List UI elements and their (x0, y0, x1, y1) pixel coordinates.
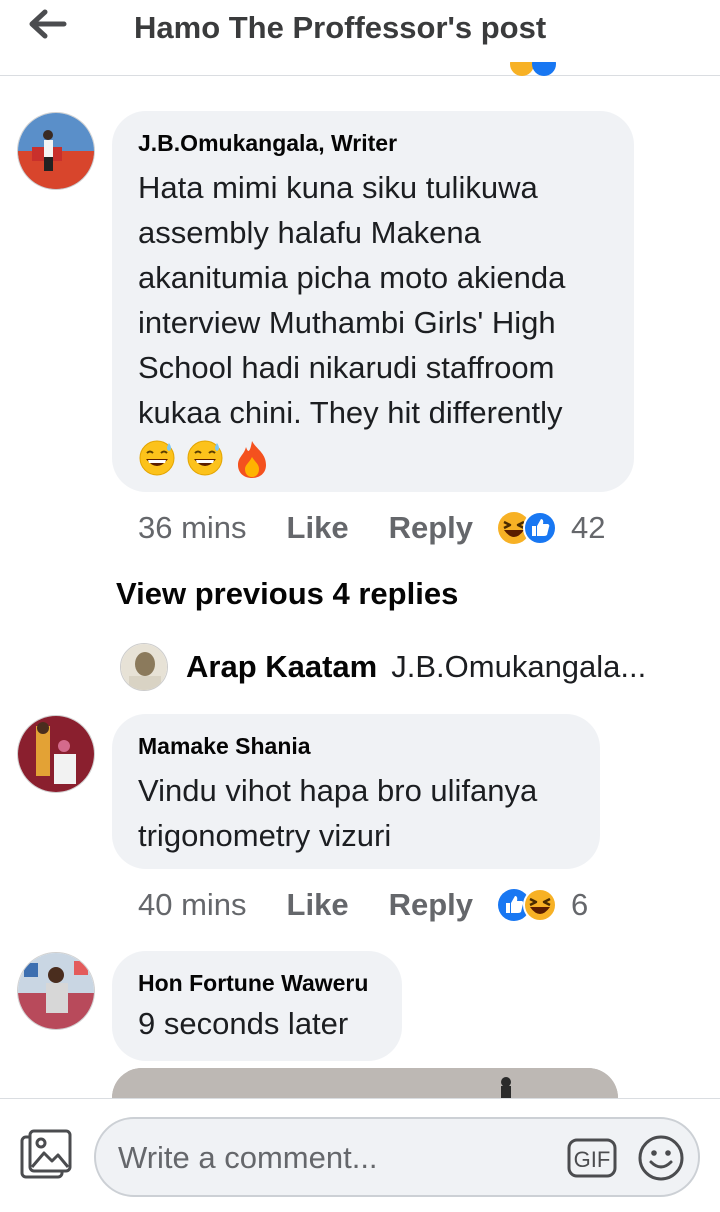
comment-bubble[interactable]: J.B.Omukangala, Writer Hata mimi kuna si… (112, 111, 634, 492)
like-reaction-icon (523, 511, 557, 545)
fire-emoji-icon (238, 441, 266, 478)
view-previous-replies-link[interactable]: View previous 4 replies (116, 576, 458, 612)
comment-line: Hata mimi kuna siku tulikuwa (138, 170, 538, 205)
photo-gallery-icon (20, 1129, 72, 1179)
reaction-summary[interactable] (497, 511, 557, 545)
comment-meta: 36 mins Like Reply 42 (138, 508, 605, 548)
grinning-sweat-emoji-icon (139, 440, 175, 476)
emoji-row (138, 439, 608, 479)
comment-composer-bar: GIF (0, 1098, 720, 1212)
avatar[interactable] (17, 952, 95, 1030)
reaction-summary[interactable] (497, 888, 557, 922)
comment-line: 9 seconds later (138, 1006, 349, 1041)
reply-button[interactable]: Reply (389, 510, 473, 546)
grinning-sweat-emoji-icon (187, 440, 223, 476)
comment-text: 9 seconds later (138, 1001, 376, 1046)
comment-timestamp[interactable]: 36 mins (138, 510, 247, 546)
gif-icon: GIF (567, 1138, 617, 1178)
gif-label: GIF (574, 1147, 611, 1172)
reply-author[interactable]: Arap Kaatam (186, 649, 377, 685)
comment-line: akanitumia picha moto akienda (138, 260, 566, 295)
comment-composer: GIF (94, 1117, 700, 1197)
reaction-count[interactable]: 6 (571, 887, 588, 923)
haha-reaction-icon (523, 888, 557, 922)
like-button[interactable]: Like (287, 510, 349, 546)
like-button[interactable]: Like (287, 887, 349, 923)
comment-author[interactable]: Mamake Shania (138, 732, 574, 760)
comment-author[interactable]: Hon Fortune Waweru (138, 969, 376, 997)
comment-input[interactable] (118, 1137, 548, 1179)
avatar[interactable] (17, 715, 95, 793)
smiley-icon (638, 1135, 684, 1181)
reply-preview[interactable]: Arap Kaatam J.B.Omukangala... (120, 642, 646, 692)
photo-button[interactable] (18, 1129, 74, 1181)
comment-line: kukaa chini. They hit differently (138, 395, 563, 430)
reply-button[interactable]: Reply (389, 887, 473, 923)
comment-line: Vindu vihot hapa bro ulifanya (138, 773, 538, 808)
reply-snippet: J.B.Omukangala... (391, 649, 647, 684)
back-button[interactable] (22, 6, 72, 42)
top-bar: Hamo The Proffessor's post (0, 0, 720, 76)
comment-line: interview Muthambi Girls' High (138, 305, 556, 340)
comment-line: trigonometry vizuri (138, 818, 392, 853)
comment-text: Vindu vihot hapa bro ulifanya trigonomet… (138, 768, 574, 858)
avatar[interactable] (17, 112, 95, 190)
comment-bubble[interactable]: Hon Fortune Waweru 9 seconds later (112, 951, 402, 1061)
reaction-icons-partial (510, 62, 570, 76)
comment-line: School hadi nikarudi staffroom (138, 350, 555, 385)
comment-text: Hata mimi kuna siku tulikuwa assembly ha… (138, 165, 608, 435)
comment-line: assembly halafu Makena (138, 215, 481, 250)
comment-bubble[interactable]: Mamake Shania Vindu vihot hapa bro ulifa… (112, 714, 600, 869)
page-title: Hamo The Proffessor's post (134, 10, 547, 45)
avatar[interactable] (120, 643, 168, 691)
emoji-button[interactable] (636, 1133, 686, 1183)
comment-author[interactable]: J.B.Omukangala, Writer (138, 129, 608, 157)
back-arrow-icon (29, 9, 67, 39)
gif-button[interactable]: GIF (566, 1137, 618, 1179)
reaction-count[interactable]: 42 (571, 510, 605, 546)
comment-timestamp[interactable]: 40 mins (138, 887, 247, 923)
comment-meta: 40 mins Like Reply 6 (138, 885, 588, 925)
